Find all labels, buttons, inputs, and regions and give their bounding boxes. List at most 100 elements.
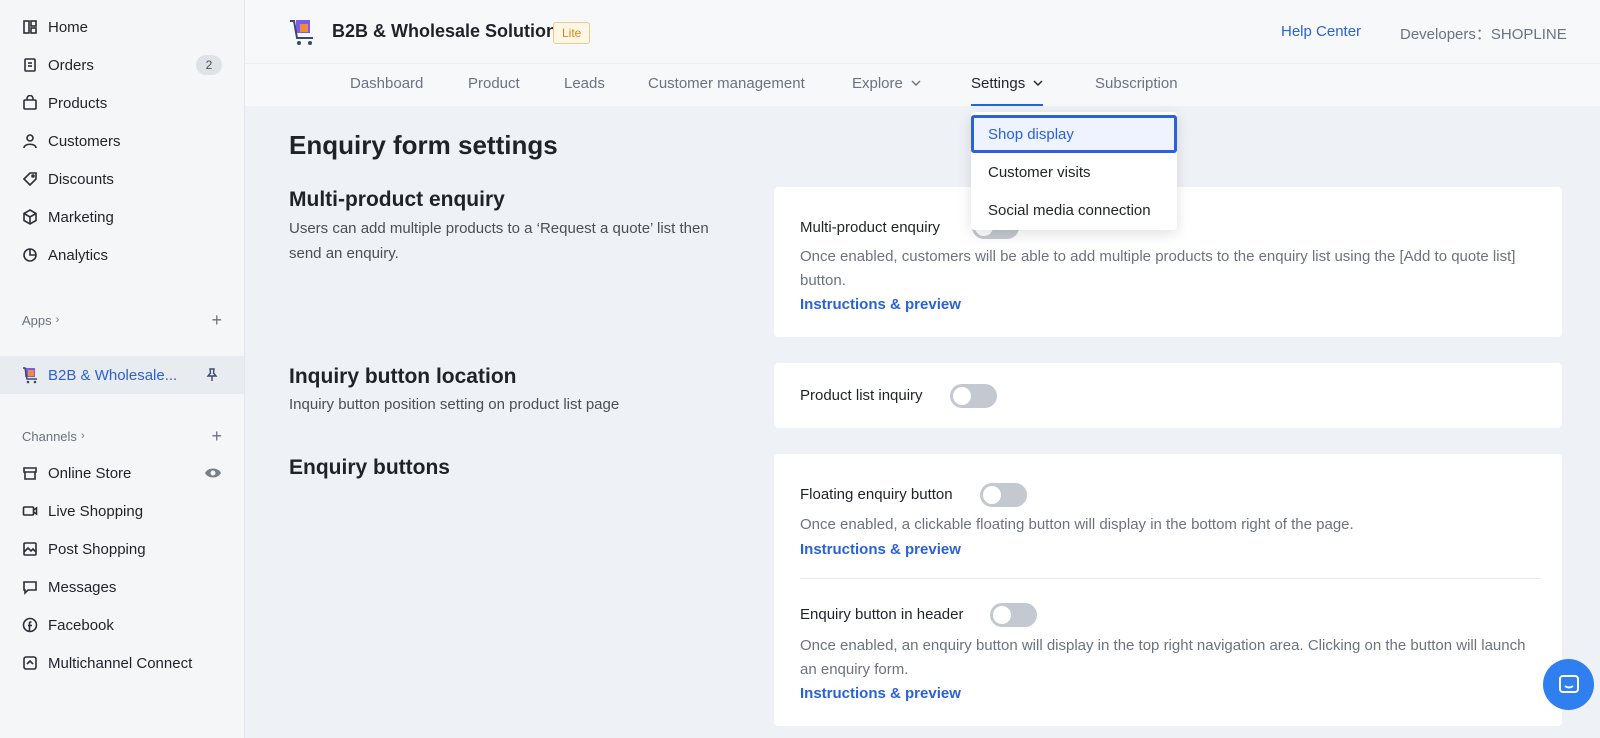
- orders-count-badge: 2: [196, 55, 222, 75]
- menu-item-social-media-connection[interactable]: Social media connection: [971, 191, 1177, 229]
- menu-item-shop-display[interactable]: Shop display: [971, 115, 1177, 153]
- sidebar-item-label: Home: [48, 18, 89, 36]
- cart-app-icon: [23, 367, 37, 384]
- developers-info: Developers：SHOPLINE: [1400, 26, 1567, 43]
- menu-item-customer-visits[interactable]: Customer visits: [971, 153, 1177, 191]
- sidebar-item-label: Customers: [48, 132, 121, 150]
- chevron-right-icon: ›: [80, 430, 85, 442]
- pin-icon[interactable]: [204, 367, 220, 383]
- section-title-enquiry-buttons: Enquiry buttons: [289, 456, 450, 479]
- sidebar-item-home[interactable]: Home: [0, 8, 244, 46]
- tab-label: Settings: [971, 75, 1026, 92]
- option-label: Enquiry button in header: [800, 606, 964, 623]
- sidebar-item-discounts[interactable]: Discounts: [0, 160, 244, 198]
- sidebar-item-label: Multichannel Connect: [48, 654, 193, 672]
- tab-subscription[interactable]: Subscription: [1095, 75, 1178, 105]
- sidebar-item-b2b-app[interactable]: B2B & Wholesale...: [0, 356, 244, 394]
- app-header: B2B & Wholesale Solution Lite Help Cente…: [245, 0, 1600, 64]
- chevron-right-icon: ›: [55, 314, 60, 326]
- sidebar-item-multichannel-connect[interactable]: Multichannel Connect: [0, 644, 244, 682]
- floating-enquiry-toggle[interactable]: [980, 483, 1027, 507]
- user-icon: [22, 133, 38, 149]
- sidebar-item-label: Orders: [48, 56, 94, 74]
- facebook-icon: [22, 617, 38, 633]
- tab-dashboard[interactable]: Dashboard: [350, 75, 423, 105]
- section-desc-inquiry-location: Inquiry button position setting on produ…: [289, 396, 620, 413]
- section-desc-multi-product: Users can add multiple products to a ‘Re…: [289, 220, 709, 262]
- option-description: Once enabled, an enquiry button will dis…: [800, 637, 1526, 678]
- sidebar-item-label: Products: [48, 94, 108, 112]
- tag-icon: [22, 171, 38, 187]
- sidebar-item-products[interactable]: Products: [0, 84, 244, 122]
- chat-icon: [22, 579, 38, 595]
- tab-settings[interactable]: Settings: [971, 75, 1044, 106]
- sidebar-item-post-shopping[interactable]: Post Shopping: [0, 530, 244, 568]
- tab-leads[interactable]: Leads: [564, 75, 605, 105]
- sidebar-item-label: Live Shopping: [48, 502, 144, 520]
- tab-label: Explore: [852, 75, 903, 92]
- eye-icon[interactable]: [204, 466, 222, 480]
- cube-icon: [22, 209, 38, 225]
- bag-icon: [22, 95, 38, 111]
- sidebar-item-orders[interactable]: Orders 2: [0, 46, 244, 84]
- instructions-preview-link[interactable]: Instructions & preview: [800, 296, 961, 313]
- divider: [800, 578, 1540, 579]
- sidebar-item-label: Discounts: [48, 170, 114, 188]
- app-item-label: B2B & Wholesale...: [48, 366, 178, 384]
- tab-explore[interactable]: Explore: [852, 75, 921, 105]
- product-list-inquiry-toggle[interactable]: [950, 384, 997, 408]
- chevron-down-icon: [911, 80, 921, 86]
- plan-badge: Lite: [553, 22, 591, 44]
- option-description: Once enabled, a clickable floating butto…: [800, 516, 1354, 533]
- option-label: Floating enquiry button: [800, 486, 953, 503]
- orders-icon: [22, 57, 38, 73]
- option-label: Product list inquiry: [800, 387, 923, 404]
- sidebar-item-marketing[interactable]: Marketing: [0, 198, 244, 236]
- sidebar-item-live-shopping[interactable]: Live Shopping: [0, 492, 244, 530]
- sidebar-item-label: Marketing: [48, 208, 114, 226]
- sidebar-item-facebook[interactable]: Facebook: [0, 606, 244, 644]
- channels-section-header[interactable]: Channels › +: [22, 426, 222, 446]
- store-icon: [22, 465, 38, 481]
- inquiry-location-card: Product list inquiry: [774, 363, 1562, 428]
- apps-label: Apps: [22, 312, 52, 328]
- video-icon: [22, 503, 38, 519]
- tab-product[interactable]: Product: [468, 75, 520, 105]
- instructions-preview-link[interactable]: Instructions & preview: [800, 541, 961, 558]
- tab-customer-management[interactable]: Customer management: [648, 75, 805, 105]
- sidebar: Home Orders 2 Products Customers Discoun…: [0, 0, 245, 738]
- chat-bubble-icon: [1558, 674, 1579, 693]
- sidebar-item-messages[interactable]: Messages: [0, 568, 244, 606]
- dashboard-icon: [22, 19, 38, 35]
- post-icon: [22, 541, 38, 557]
- support-chat-button[interactable]: [1543, 659, 1594, 710]
- sidebar-item-label: Online Store: [48, 464, 132, 482]
- help-center-link[interactable]: Help Center: [1281, 23, 1361, 40]
- sidebar-item-label: Post Shopping: [48, 540, 146, 558]
- app-title: B2B & Wholesale Solution: [332, 21, 558, 41]
- chevron-down-icon: [1033, 80, 1043, 86]
- add-app-icon[interactable]: +: [211, 310, 222, 331]
- section-title-multi-product: Multi-product enquiry: [289, 188, 505, 211]
- tab-bar: Dashboard Product Leads Customer managem…: [245, 64, 1600, 106]
- header-enquiry-toggle[interactable]: [990, 603, 1037, 627]
- enquiry-buttons-card: Floating enquiry button Once enabled, a …: [774, 454, 1562, 726]
- sidebar-item-label: Facebook: [48, 616, 114, 634]
- connect-icon: [22, 655, 38, 671]
- channels-label: Channels: [22, 428, 77, 444]
- page-title: Enquiry form settings: [289, 130, 558, 160]
- apps-section-header[interactable]: Apps › +: [22, 310, 222, 330]
- section-title-inquiry-location: Inquiry button location: [289, 365, 517, 388]
- instructions-preview-link[interactable]: Instructions & preview: [800, 685, 961, 702]
- sidebar-item-label: Analytics: [48, 246, 109, 264]
- pie-chart-icon: [22, 247, 38, 263]
- option-description: Once enabled, customers will be able to …: [800, 248, 1516, 289]
- sidebar-item-online-store[interactable]: Online Store: [0, 454, 244, 492]
- settings-dropdown-menu: Shop display Customer visits Social medi…: [971, 112, 1177, 230]
- sidebar-item-analytics[interactable]: Analytics: [0, 236, 244, 274]
- sidebar-item-label: Messages: [48, 578, 117, 596]
- sidebar-item-customers[interactable]: Customers: [0, 122, 244, 160]
- add-channel-icon[interactable]: +: [211, 426, 222, 447]
- cart-app-icon: [290, 20, 313, 45]
- option-label: Multi-product enquiry: [800, 219, 941, 236]
